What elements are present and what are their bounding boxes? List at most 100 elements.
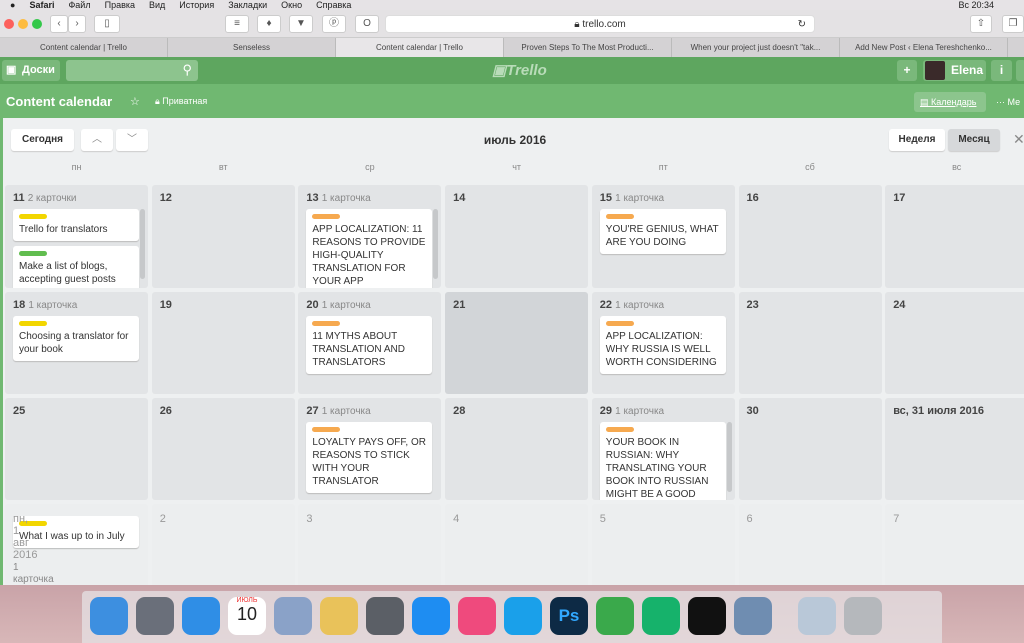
menu-help[interactable]: Справка [316,0,351,10]
calendar-day-cell[interactable]: 7 [885,504,1024,594]
dock-photo-icon[interactable] [798,597,836,635]
close-calendar-button[interactable]: ✕ [1013,131,1024,148]
notifications-button[interactable] [1016,60,1024,81]
dock-preview-mail-icon[interactable] [274,597,312,635]
menu-window[interactable]: Окно [281,0,302,10]
dock-trash-icon[interactable] [844,597,882,635]
dock-itunes-icon[interactable] [458,597,496,635]
calendar-day-cell[interactable]: 14 [445,185,589,288]
dock-grammarly-icon[interactable] [642,597,680,635]
browser-tab[interactable]: Content calendar | Trello [0,38,168,57]
tabs-overview-icon[interactable]: ❐ [1002,15,1024,33]
card[interactable]: 11 MYTHS ABOUT TRANSLATION AND TRANSLATO… [306,316,433,374]
calendar-day-cell[interactable]: 11 2 карточки Trello for translators Make … [5,185,148,288]
calendar-day-cell[interactable]: 4 [445,504,589,594]
browser-tab[interactable]: Proven Steps To The Most Producti... [504,38,672,57]
clock[interactable]: Вс 20:34 [958,0,994,10]
browser-tab[interactable]: When your project just doesn't "tak... [672,38,840,57]
address-bar[interactable]: 🔒︎ trello.com ↻ [385,15,815,33]
card[interactable]: LOYALTY PAYS OFF, OR REASONS TO STICK WI… [306,422,433,493]
week-view-button[interactable]: Неделя [889,129,945,151]
share-icon[interactable]: ⇧ [970,15,992,33]
calendar-day-cell[interactable]: 28 [445,398,589,500]
calendar-day-cell[interactable]: 15 1 карточка YOU'RE GENIUS, WHAT ARE YOU… [591,185,735,288]
dock-image-capture-icon[interactable] [734,597,772,635]
cell-scrollbar[interactable] [140,209,145,279]
dock-textedit-icon[interactable] [320,597,358,635]
close-window-button[interactable] [4,19,14,29]
dock-system-preferences-icon[interactable] [366,597,404,635]
calendar-day-cell[interactable]: 13 1 карточка APP LOCALIZATION: 11 REASON… [298,185,442,288]
calendar-day-cell[interactable]: 23 [738,292,882,394]
calendar-day-cell[interactable]: 16 [738,185,882,288]
card[interactable]: Choosing a translator for your book [13,316,139,361]
calendar-day-cell[interactable]: 20 1 карточка 11 MYTHS ABOUT TRANSLATION … [298,292,442,394]
month-view-button[interactable]: Месяц [948,129,1000,151]
menu-history[interactable]: История [179,0,214,10]
calendar-day-cell[interactable]: 19 [151,292,295,394]
calendar-day-cell[interactable]: 6 [738,504,882,594]
calendar-day-cell[interactable]: 21 [445,292,589,394]
calendar-day-cell[interactable]: 26 [151,398,295,500]
menu-bookmarks[interactable]: Закладки [228,0,267,10]
calendar-day-cell[interactable]: 22 1 карточка APP LOCALIZATION: WHY RUSSI… [591,292,735,394]
cell-scrollbar[interactable] [433,209,439,279]
visibility-button[interactable]: 🔒︎ Приватная [155,96,207,107]
trello-logo[interactable]: ▣Trello [492,61,547,79]
calendar-day-cell[interactable]: 3 [298,504,442,594]
dock-safari-icon[interactable] [182,597,220,635]
sidebar-icon[interactable]: ▯ [94,15,120,33]
add-button[interactable]: + [897,60,917,81]
calendar-power-up-button[interactable]: ▤ Календарь [914,92,986,112]
opera-extension-icon[interactable]: O [355,15,379,33]
calendar-day-cell[interactable]: пн, 1 авг 2016 1 карточка What I was up t… [5,504,148,594]
calendar-day-cell[interactable]: 17 [885,185,1024,288]
calendar-day-cell[interactable]: 2 [151,504,295,594]
forward-button[interactable]: › [68,15,86,33]
card[interactable]: APP LOCALIZATION: WHY RUSSIA IS WELL WOR… [599,316,726,374]
menu-file[interactable]: Файл [68,0,90,10]
dock-calendar-icon[interactable]: ИЮЛЬ 10 [228,597,266,635]
dock-evernote-icon[interactable] [596,597,634,635]
dock-finder-icon[interactable] [90,597,128,635]
user-menu[interactable]: Elena [923,60,986,81]
dock-infinity-icon[interactable] [688,597,726,635]
buffer-extension-icon[interactable]: ≡ [225,15,249,33]
card[interactable]: YOU'RE GENIUS, WHAT ARE YOU DOING [599,209,726,254]
menu-view[interactable]: Вид [149,0,165,10]
search-input[interactable]: ⚲ [66,60,198,81]
calendar-day-cell[interactable]: 27 1 карточка LOYALTY PAYS OFF, OR REASON… [298,398,442,500]
card[interactable]: Trello for translators [13,209,139,241]
browser-tab-active[interactable]: Content calendar | Trello [336,38,504,57]
board-title[interactable]: Content calendar [6,94,112,109]
calendar-day-cell[interactable]: 12 [151,185,295,288]
apple-icon[interactable]: ● [10,0,15,10]
calendar-day-cell[interactable]: вс, 31 июля 2016 [885,398,1024,500]
card[interactable]: Make a list of blogs, accepting guest po… [13,246,139,288]
pinterest-extension-icon[interactable]: ⓟ [322,15,346,33]
evernote-extension-icon[interactable]: ♦ [257,15,281,33]
card[interactable]: YOUR BOOK IN RUSSIAN: WHY TRANSLATING YO… [599,422,726,500]
calendar-day-cell[interactable]: 18 1 карточка Choosing a translator for y… [5,292,148,394]
menu-edit[interactable]: Правка [105,0,135,10]
calendar-day-cell[interactable]: 25 [5,398,148,500]
browser-tab[interactable]: Add New Post ‹ Elena Tereshchenko... [840,38,1008,57]
show-menu-button[interactable]: ··· Ме [996,97,1020,107]
card[interactable]: APP LOCALIZATION: 11 REASONS TO PROVIDE … [306,209,433,288]
card[interactable]: What I was up to in July [13,516,139,548]
browser-tab[interactable]: Senseless [168,38,336,57]
star-icon[interactable]: ☆ [130,95,140,108]
back-button[interactable]: ‹ [50,15,68,33]
dock-photoshop-icon[interactable]: Ps [550,597,588,635]
zoom-window-button[interactable] [32,19,42,29]
cell-scrollbar[interactable] [726,422,732,492]
minimize-window-button[interactable] [18,19,28,29]
calendar-day-cell[interactable]: 5 [591,504,735,594]
info-button[interactable]: i [991,60,1012,81]
calendar-day-cell[interactable]: 29 1 карточка YOUR BOOK IN RUSSIAN: WHY T… [591,398,735,500]
calendar-day-cell[interactable]: 30 [738,398,882,500]
dock-skype-icon[interactable] [504,597,542,635]
reload-icon[interactable]: ↻ [798,16,806,33]
menu-safari[interactable]: Safari [29,0,54,10]
calendar-day-cell[interactable]: 24 [885,292,1024,394]
